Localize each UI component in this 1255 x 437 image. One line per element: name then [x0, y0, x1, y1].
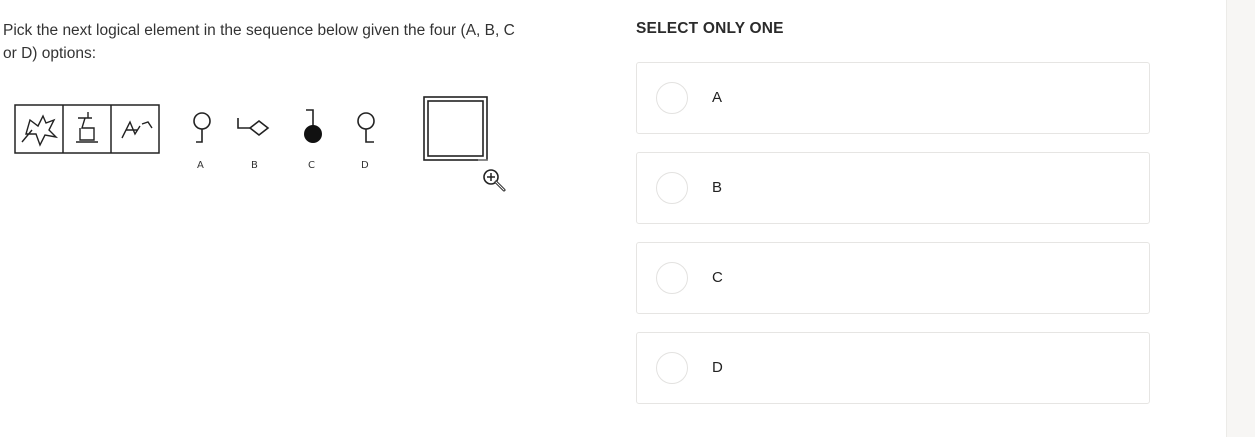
radio-button-b[interactable]: [656, 172, 688, 204]
radio-button-c[interactable]: [656, 262, 688, 294]
radio-button-a[interactable]: [656, 82, 688, 114]
sequence-figure: A B C D: [12, 90, 512, 200]
question-text: Pick the next logical element in the seq…: [3, 22, 515, 62]
option-figure-c: [304, 109, 322, 143]
answer-option-label: D: [712, 359, 723, 376]
answer-option-c[interactable]: C: [636, 242, 1150, 314]
answer-placeholder-box: [423, 96, 488, 161]
answer-option-b[interactable]: B: [636, 152, 1150, 224]
answer-option-a[interactable]: A: [636, 62, 1150, 134]
zoom-in-icon[interactable]: [480, 167, 508, 193]
sequence-frames: [14, 104, 160, 154]
radio-button-d[interactable]: [656, 352, 688, 384]
select-only-one-heading: SELECT ONLY ONE: [636, 20, 784, 37]
option-label-a: A: [197, 160, 204, 171]
option-label-b: B: [251, 160, 258, 171]
option-label-c: C: [308, 160, 315, 171]
answer-option-label: B: [712, 179, 723, 196]
answer-options-list: A B C D: [636, 62, 1150, 422]
option-figure-a: [193, 112, 211, 143]
assessment-page: Pick the next logical element in the seq…: [0, 0, 1255, 437]
option-label-d: D: [361, 160, 369, 171]
answer-option-label: A: [712, 89, 723, 106]
answer-option-d[interactable]: D: [636, 332, 1150, 404]
answer-option-label: C: [712, 269, 723, 286]
option-figure-d: [357, 112, 375, 143]
right-scroll-gutter: [1226, 0, 1255, 437]
option-figure-b: [237, 118, 270, 137]
